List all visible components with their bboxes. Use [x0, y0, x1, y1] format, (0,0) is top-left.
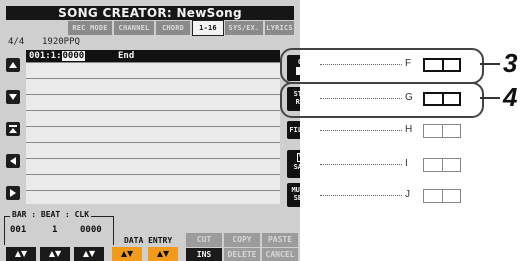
scroll-down-button[interactable] — [6, 90, 20, 104]
counter-beat: 1 — [52, 225, 58, 235]
panel-button-j[interactable] — [423, 189, 461, 203]
step-number-3: 3 — [503, 48, 518, 78]
event-row-divider — [26, 158, 280, 159]
panel-button-i[interactable] — [423, 158, 461, 172]
leader-line — [320, 130, 402, 131]
paste-button[interactable]: PASTE — [262, 233, 298, 247]
data-entry-large-button[interactable]: ▲▼ — [112, 247, 142, 261]
callout-tail-3 — [480, 63, 500, 65]
event-list[interactable]: 001:1:0000 End — [26, 50, 280, 204]
leader-line — [320, 64, 402, 65]
event-position-prefix: 001:1: — [29, 51, 62, 61]
insert-button[interactable]: INS — [186, 248, 222, 261]
data-entry-small-button[interactable]: ▲▼ — [148, 247, 178, 261]
multi-select-button[interactable]: MULTI SEL. — [287, 183, 300, 207]
up-down-arrows-icon: ▲▼ — [48, 249, 62, 258]
floppy-disk-icon — [297, 153, 300, 162]
jump-start-button[interactable] — [6, 122, 20, 136]
counter-clk: 0000 — [80, 225, 102, 235]
tab-rec-mode[interactable]: REC MODE — [68, 21, 112, 35]
save-button[interactable]: SAVE — [287, 150, 300, 178]
tab-1-16[interactable]: 1-16 — [192, 20, 224, 36]
scroll-top-button[interactable] — [6, 58, 20, 72]
leader-line — [320, 98, 402, 99]
event-row-divider — [26, 110, 280, 111]
counter-bar: 001 — [10, 225, 27, 235]
multi-select-label-2: SEL. — [293, 194, 300, 202]
jump-to-top-icon — [9, 125, 17, 133]
panel-letter-j: J — [405, 189, 410, 200]
event-row-divider — [26, 94, 280, 95]
leader-line — [320, 195, 402, 196]
save-label: SAVE — [293, 163, 300, 171]
up-down-arrows-icon: ▲▼ — [82, 249, 96, 258]
clk-up-down-button[interactable]: ▲▼ — [74, 247, 104, 261]
beat-up-down-button[interactable]: ▲▼ — [40, 247, 70, 261]
tab-sys-ex[interactable]: SYS/EX. — [225, 21, 263, 35]
panel-button-g[interactable] — [423, 92, 461, 106]
tab-bar: REC MODE CHANNEL CHORD 1-16 SYS/EX. LYRI… — [6, 20, 294, 36]
event-row-divider — [26, 126, 280, 127]
up-down-arrows-icon: ▲▼ — [156, 249, 170, 258]
event-name: End — [118, 51, 135, 61]
event-row-divider — [26, 62, 280, 63]
scroll-right-button[interactable] — [6, 186, 20, 200]
event-row-divider — [26, 142, 280, 143]
time-signature: 4/4 — [8, 37, 25, 47]
step-number-4: 4 — [503, 82, 518, 112]
panel-letter-h: H — [405, 124, 413, 135]
tab-chord[interactable]: CHORD — [156, 21, 190, 35]
arrow-left-icon — [10, 157, 16, 165]
event-position: 001:1:0000 — [29, 50, 86, 62]
lcd-screen: SONG CREATOR: NewSong REC MODE CHANNEL C… — [0, 0, 300, 261]
panel-letter-f: F — [405, 58, 412, 69]
arrow-up-icon — [9, 62, 17, 68]
filter-label: FILTER — [289, 126, 300, 134]
event-row-divider — [26, 78, 280, 79]
data-entry-label: DATA ENTRY — [124, 236, 173, 245]
leader-line — [320, 164, 402, 165]
tab-channel[interactable]: CHANNEL — [114, 21, 154, 35]
cancel-button[interactable]: CANCEL — [262, 248, 298, 261]
bar-up-down-button[interactable]: ▲▼ — [6, 247, 36, 261]
copy-button[interactable]: COPY — [224, 233, 260, 247]
panel-button-f[interactable] — [423, 58, 461, 72]
resolution: 1920PPQ — [42, 37, 80, 47]
delete-button[interactable]: DELETE — [224, 248, 260, 261]
callout-tail-4 — [480, 97, 500, 99]
up-down-arrows-icon: ▲▼ — [14, 249, 28, 258]
page-title: SONG CREATOR: NewSong — [6, 6, 294, 20]
event-row-divider — [26, 174, 280, 175]
filter-button[interactable]: FILTER — [287, 121, 300, 139]
tab-lyrics[interactable]: LYRICS — [265, 21, 294, 35]
panel-letter-i: I — [405, 158, 408, 169]
event-position-cursor[interactable]: 0000 — [61, 51, 86, 61]
event-row-selected[interactable]: 001:1:0000 End — [26, 50, 280, 62]
position-counter-label: BAR : BEAT : CLK — [10, 210, 92, 219]
cut-button[interactable]: CUT — [186, 233, 222, 247]
scroll-left-button[interactable] — [6, 154, 20, 168]
event-row-divider — [26, 190, 280, 191]
up-down-arrows-icon: ▲▼ — [120, 249, 134, 258]
multi-select-label-1: MULTI — [291, 186, 300, 194]
arrow-right-icon — [10, 189, 16, 197]
arrow-down-icon — [9, 94, 17, 100]
panel-button-h[interactable] — [423, 124, 461, 138]
panel-letter-g: G — [405, 92, 413, 103]
